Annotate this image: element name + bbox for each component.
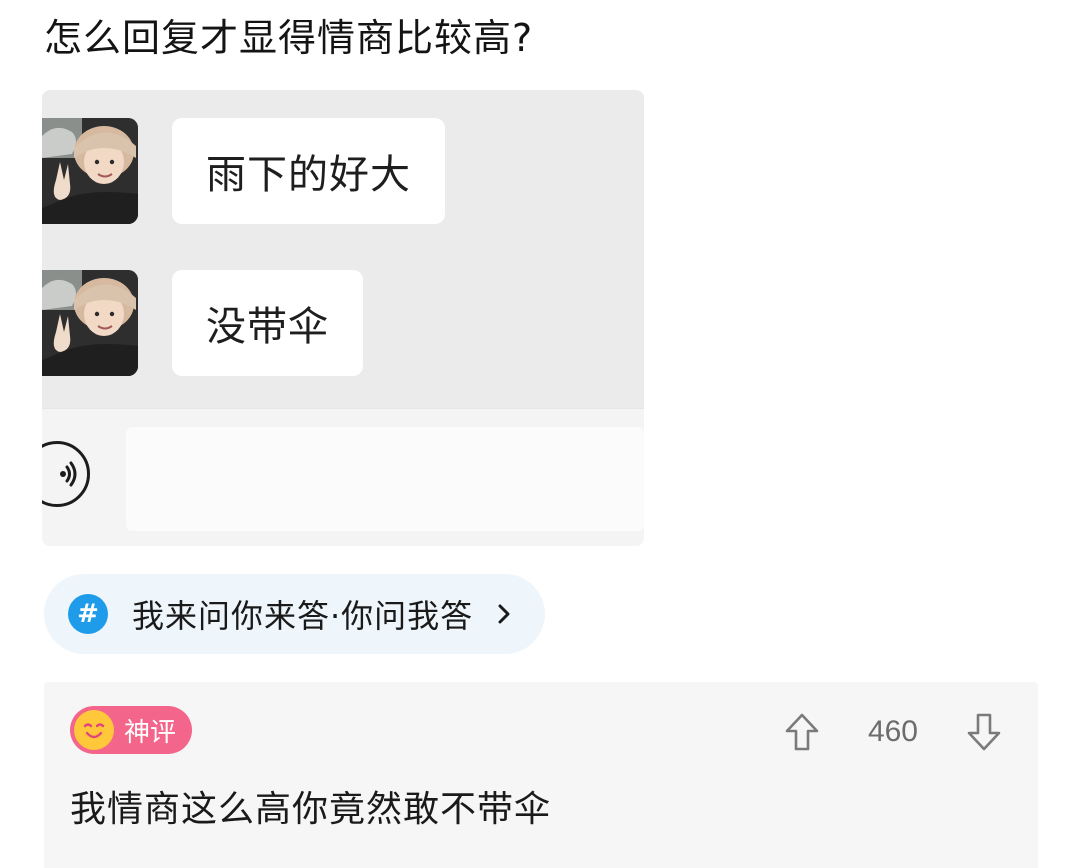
avatar [42, 118, 138, 224]
avatar [42, 270, 138, 376]
page: 怎么回复才显得情商比较高? 雨下的好大 没带伞 # 我来问你来答·你问我答 神评… [0, 0, 1080, 868]
message-input[interactable] [126, 427, 644, 531]
smiley-icon [74, 710, 114, 750]
chat-bubble: 没带伞 [172, 270, 363, 376]
hashtag-icon: # [68, 594, 108, 634]
downvote-icon[interactable] [964, 710, 1004, 754]
god-comment-badge: 神评 [70, 706, 193, 754]
voice-icon[interactable] [42, 441, 90, 507]
vote-count: 460 [867, 715, 918, 748]
upvote-icon[interactable] [782, 710, 822, 754]
chevron-right-icon [493, 603, 515, 625]
top-comment-card: 神评 460 我情商这么高你竟然敢不带伞 [44, 682, 1038, 868]
topic-tag[interactable]: # 我来问你来答·你问我答 [44, 574, 546, 654]
vote-controls: 460 [782, 708, 1004, 756]
chat-message-row: 没带伞 [42, 270, 363, 376]
comment-text: 我情商这么高你竟然敢不带伞 [70, 789, 552, 830]
badge-label: 神评 [124, 717, 177, 748]
question-title: 怎么回复才显得情商比较高? [44, 16, 534, 60]
chat-input-bar [42, 408, 644, 546]
chat-message-row: 雨下的好大 [42, 118, 445, 224]
topic-label: 我来问你来答·你问我答 [132, 597, 474, 635]
chat-screenshot: 雨下的好大 没带伞 [42, 90, 644, 546]
chat-bubble: 雨下的好大 [172, 118, 445, 224]
